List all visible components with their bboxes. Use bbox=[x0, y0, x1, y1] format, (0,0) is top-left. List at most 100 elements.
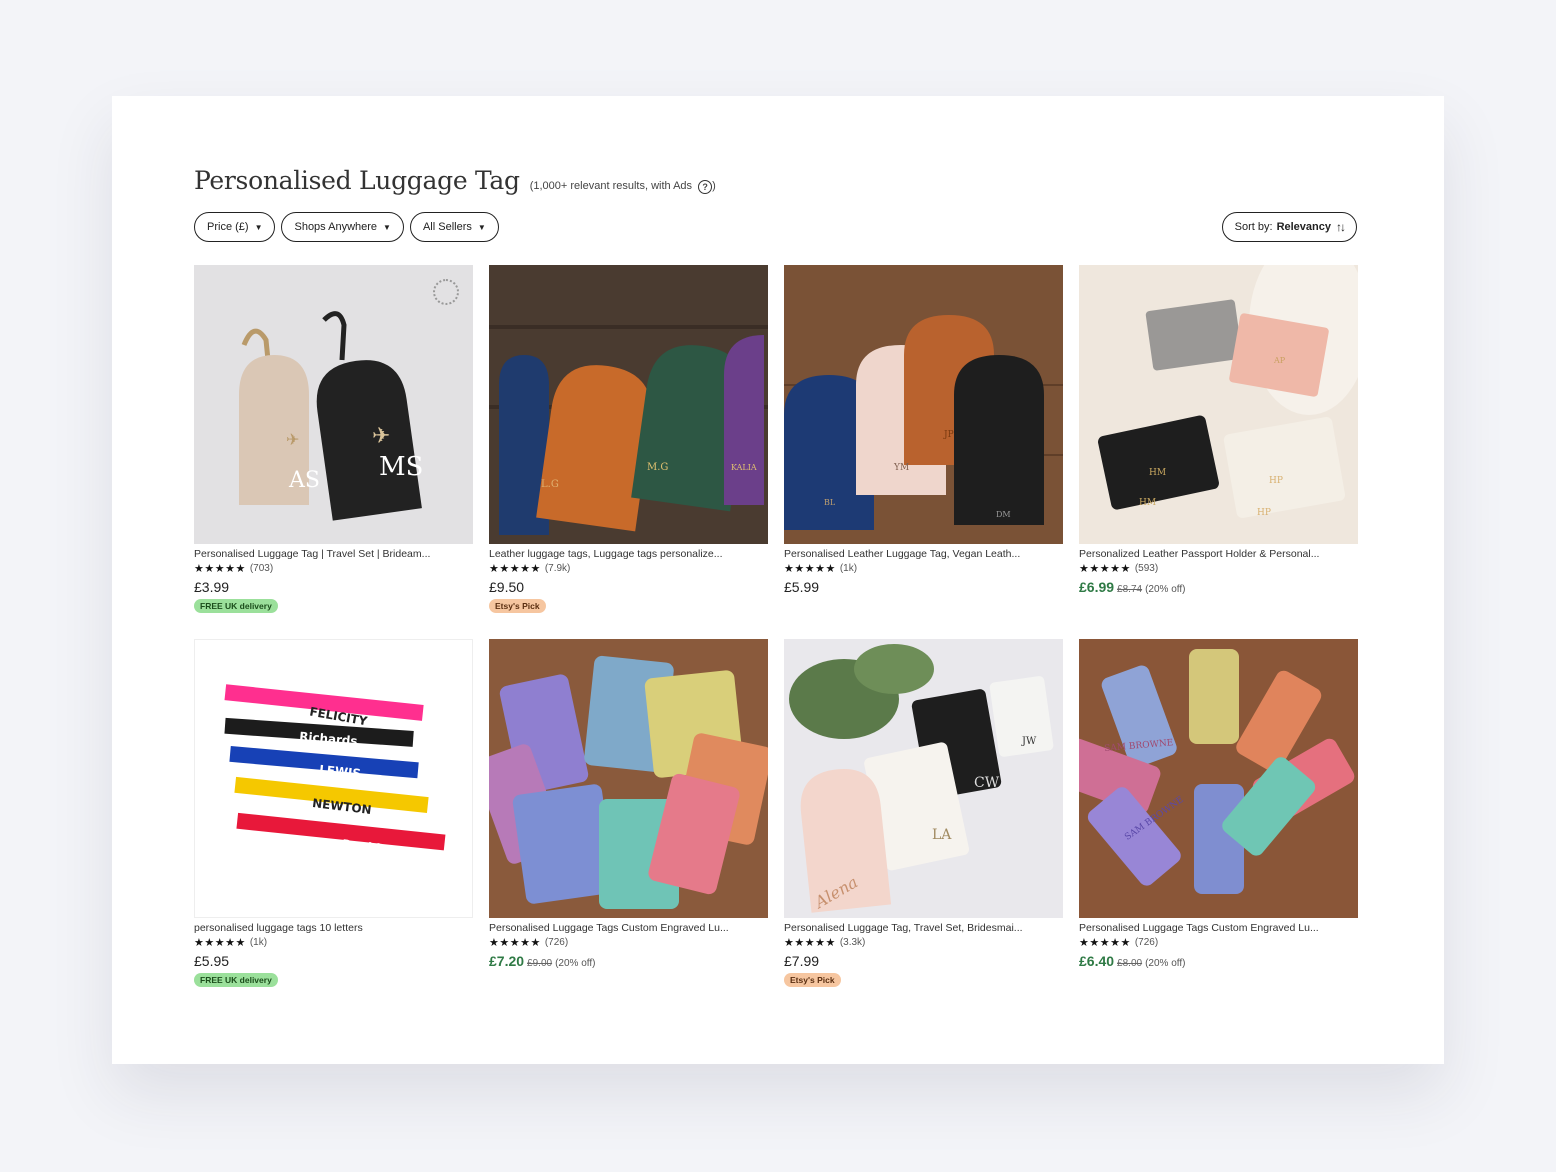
star-rating-icon: ★★★★★ bbox=[489, 563, 541, 575]
tag-initials-text: CW bbox=[974, 775, 1000, 791]
price-filter-button[interactable]: Price (£) ▼ bbox=[194, 212, 276, 242]
star-rating-icon: ★★★★★ bbox=[784, 937, 836, 949]
tag-initials-text: KALIA bbox=[731, 463, 757, 472]
product-image[interactable]: Alena LA CW JW bbox=[784, 639, 1063, 918]
help-icon[interactable]: ? bbox=[698, 180, 713, 194]
product-card[interactable]: FELICITY Richards LEWIS NEWTON David per… bbox=[194, 639, 473, 995]
product-card[interactable]: BL YM JP DM Personalised Leather Luggage… bbox=[784, 265, 1063, 621]
product-price: £6.99 £8.74 (20% off) bbox=[1079, 579, 1358, 595]
product-price: £5.99 bbox=[784, 579, 820, 595]
review-count: (726) bbox=[544, 937, 569, 948]
product-image[interactable]: HM HM AP HP HP bbox=[1079, 265, 1358, 544]
product-rating: ★★★★★ (7.9k) bbox=[489, 562, 768, 575]
product-rating: ★★★★★ (726) bbox=[1079, 936, 1358, 949]
product-title[interactable]: personalised luggage tags 10 letters bbox=[194, 922, 473, 934]
product-price: £9.50 bbox=[489, 579, 525, 595]
free-delivery-badge: FREE UK delivery bbox=[194, 599, 278, 613]
product-image[interactable]: BL YM JP DM bbox=[784, 265, 1063, 544]
results-count-close: ) bbox=[712, 180, 716, 192]
loading-spinner-icon bbox=[433, 279, 459, 305]
product-image[interactable]: SAM BROWNE SAM BROWNE bbox=[1079, 639, 1358, 918]
product-card[interactable]: Alena LA CW JW Personalised Luggage Tag,… bbox=[784, 639, 1063, 995]
review-count: (1k) bbox=[839, 563, 858, 574]
tag-initials-text: HP bbox=[1269, 476, 1283, 486]
results-count-text: (1,000+ relevant results, with Ads bbox=[529, 180, 693, 192]
free-delivery-badge: FREE UK delivery bbox=[194, 973, 278, 987]
product-rating: ★★★★★ (726) bbox=[489, 936, 768, 949]
sale-price: £7.20 bbox=[489, 953, 525, 969]
product-rating: ★★★★★ (3.3k) bbox=[784, 936, 1063, 949]
sellers-filter-label: All Sellers bbox=[422, 221, 472, 233]
product-rating: ★★★★★ (1k) bbox=[194, 936, 473, 949]
svg-text:✈: ✈ bbox=[286, 430, 299, 449]
original-price: £9.00 bbox=[527, 958, 553, 969]
product-price: £7.99 bbox=[784, 953, 820, 969]
product-card[interactable]: SAM BROWNE SAM BROWNE Personalised Lugga… bbox=[1079, 639, 1358, 995]
chevron-down-icon: ▼ bbox=[477, 222, 486, 232]
search-header: Personalised Luggage Tag (1,000+ relevan… bbox=[194, 166, 716, 195]
product-title[interactable]: Personalised Luggage Tag, Travel Set, Br… bbox=[784, 922, 1063, 934]
etsys-pick-badge: Etsy's Pick bbox=[784, 973, 841, 987]
product-card[interactable]: Personalised Luggage Tags Custom Engrave… bbox=[489, 639, 768, 995]
product-price: £5.95 bbox=[194, 953, 230, 969]
product-image[interactable] bbox=[489, 639, 768, 918]
tag-initials-text: HM bbox=[1149, 468, 1166, 478]
svg-text:✈: ✈ bbox=[372, 424, 390, 449]
product-image[interactable]: FELICITY Richards LEWIS NEWTON David bbox=[194, 639, 473, 918]
product-title[interactable]: Personalized Leather Passport Holder & P… bbox=[1079, 548, 1358, 560]
product-image[interactable]: L.G M.G KALIA bbox=[489, 265, 768, 544]
tag-initials-text: AP bbox=[1273, 356, 1286, 365]
tag-initials-text: HP bbox=[1257, 508, 1271, 518]
tag-initials-text: DM bbox=[996, 510, 1011, 519]
tag-initials-text: AS bbox=[288, 468, 320, 493]
sort-label: Sort by: bbox=[1234, 221, 1273, 233]
price-filter-label: Price (£) bbox=[207, 221, 249, 233]
review-count: (703) bbox=[249, 563, 274, 574]
product-grid: ✈ ✈ AS MS Personalised Luggage Tag | Tra… bbox=[194, 265, 1358, 995]
tag-initials-text: LA bbox=[932, 827, 952, 843]
star-rating-icon: ★★★★★ bbox=[194, 937, 246, 949]
tag-initials-text: MS bbox=[379, 452, 423, 482]
sellers-filter-button[interactable]: All Sellers ▼ bbox=[409, 212, 499, 242]
review-count: (1k) bbox=[249, 937, 268, 948]
product-rating: ★★★★★ (1k) bbox=[784, 562, 1063, 575]
product-title[interactable]: Personalised Luggage Tag | Travel Set | … bbox=[194, 548, 473, 560]
shops-filter-button[interactable]: Shops Anywhere ▼ bbox=[281, 212, 404, 242]
discount-label: (20% off) bbox=[555, 958, 596, 969]
product-title[interactable]: Personalised Luggage Tags Custom Engrave… bbox=[489, 922, 768, 934]
tag-initials-text: JW bbox=[1021, 736, 1037, 747]
sale-price: £6.40 bbox=[1079, 953, 1115, 969]
product-card[interactable]: ✈ ✈ AS MS Personalised Luggage Tag | Tra… bbox=[194, 265, 473, 621]
original-price: £8.00 bbox=[1117, 958, 1143, 969]
chevron-down-icon: ▼ bbox=[254, 222, 263, 232]
star-rating-icon: ★★★★★ bbox=[194, 563, 246, 575]
star-rating-icon: ★★★★★ bbox=[489, 937, 541, 949]
chevron-down-icon: ▼ bbox=[383, 222, 391, 232]
star-rating-icon: ★★★★★ bbox=[784, 563, 836, 575]
etsys-pick-badge: Etsy's Pick bbox=[489, 599, 546, 613]
product-rating: ★★★★★ (703) bbox=[194, 562, 473, 575]
star-rating-icon: ★★★★★ bbox=[1079, 563, 1131, 575]
tag-initials-text: JP bbox=[943, 430, 954, 440]
tag-initials-text: HM bbox=[1139, 498, 1156, 508]
product-card[interactable]: L.G M.G KALIA Leather luggage tags, Lugg… bbox=[489, 265, 768, 621]
product-title[interactable]: Personalised Leather Luggage Tag, Vegan … bbox=[784, 548, 1063, 560]
product-title[interactable]: Leather luggage tags, Luggage tags perso… bbox=[489, 548, 768, 560]
original-price: £8.74 bbox=[1117, 584, 1143, 595]
review-count: (726) bbox=[1134, 937, 1159, 948]
tag-initials-text: L.G bbox=[541, 479, 559, 490]
product-price: £6.40 £8.00 (20% off) bbox=[1079, 953, 1358, 969]
product-rating: ★★★★★ (593) bbox=[1079, 562, 1358, 575]
sort-button[interactable]: Sort by: Relevancy ↑↓ bbox=[1221, 212, 1357, 242]
product-image[interactable]: ✈ ✈ AS MS bbox=[194, 265, 473, 544]
tag-initials-text: BL bbox=[824, 498, 836, 507]
review-count: (593) bbox=[1134, 563, 1159, 574]
tag-initials-text: YM bbox=[893, 463, 909, 473]
filter-bar: Price (£) ▼ Shops Anywhere ▼ All Sellers ▼ bbox=[194, 212, 499, 242]
product-card[interactable]: HM HM AP HP HP Personalized Leather Pass… bbox=[1079, 265, 1358, 621]
product-title[interactable]: Personalised Luggage Tags Custom Engrave… bbox=[1079, 922, 1358, 934]
product-price: £3.99 bbox=[194, 579, 230, 595]
star-rating-icon: ★★★★★ bbox=[1079, 937, 1131, 949]
sort-arrows-icon: ↑↓ bbox=[1336, 220, 1346, 234]
discount-label: (20% off) bbox=[1145, 958, 1186, 969]
